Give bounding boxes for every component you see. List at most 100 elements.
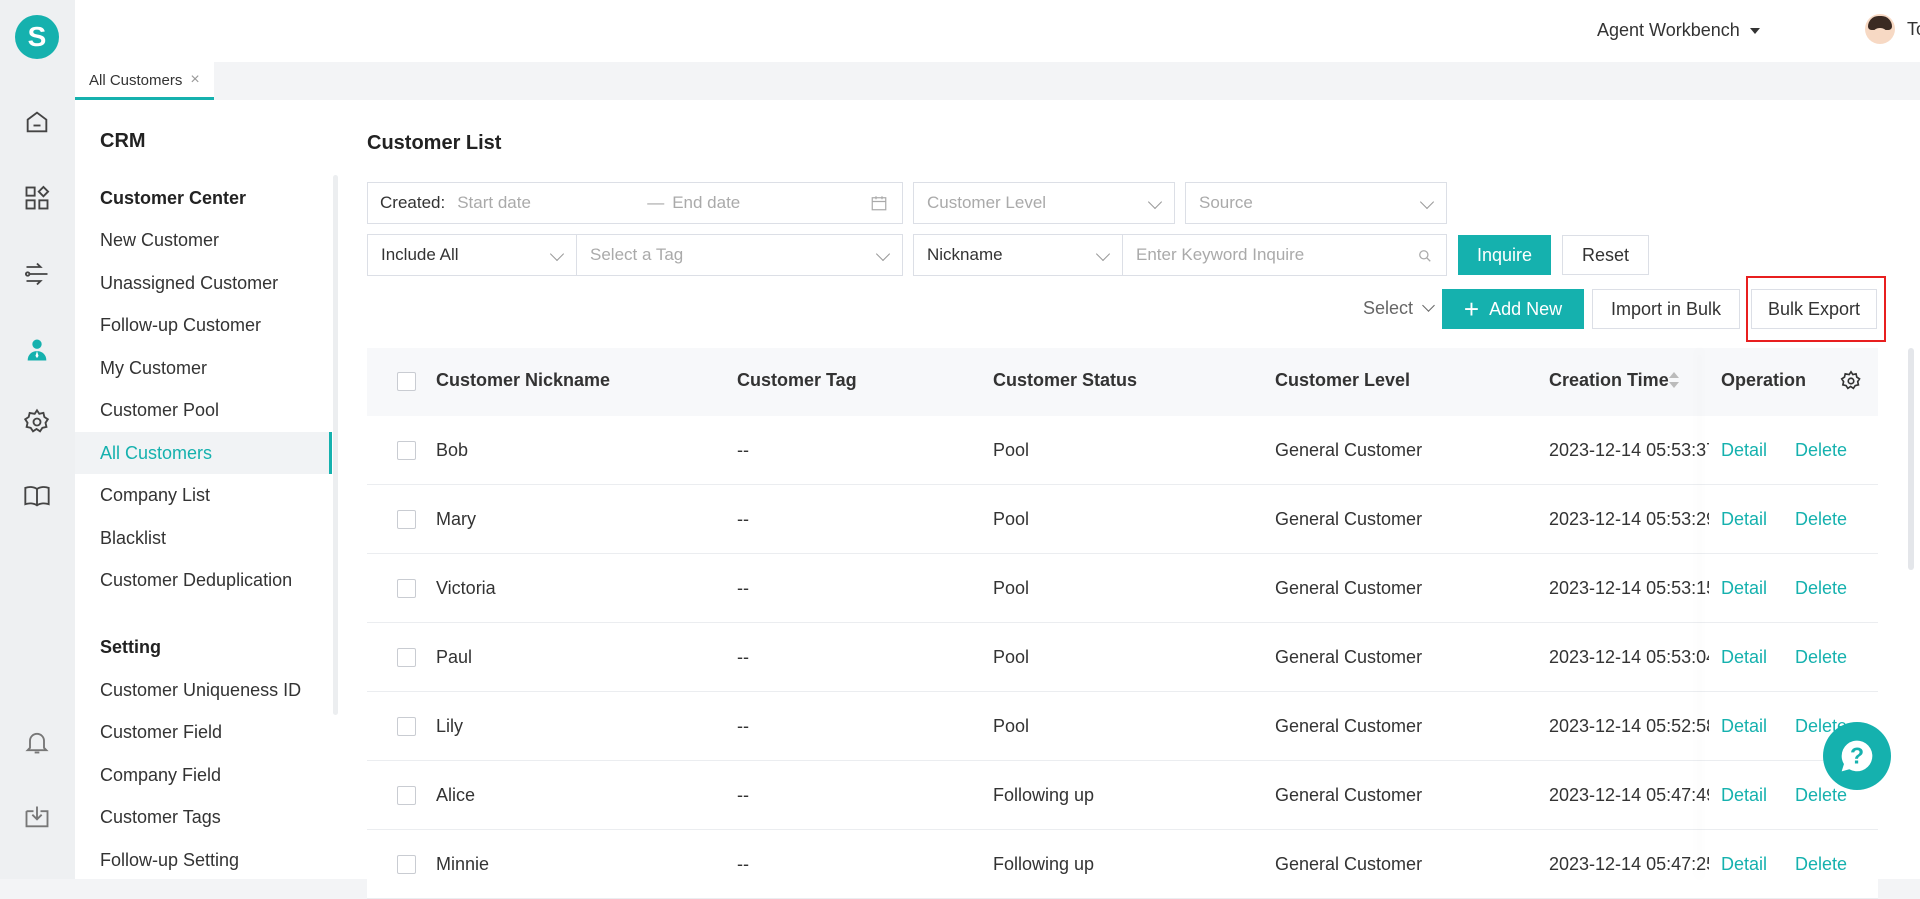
sidebar-item-new-customer[interactable]: New Customer [75, 219, 332, 261]
tab-strip: All Customers × [75, 62, 1920, 100]
detail-link[interactable]: Detail [1721, 509, 1767, 530]
cell-level: General Customer [1275, 440, 1423, 460]
row-checkbox[interactable] [397, 855, 416, 874]
column-settings-gear-icon[interactable] [1840, 370, 1862, 397]
detail-link[interactable]: Detail [1721, 440, 1767, 461]
table-row[interactable]: Bob -- Pool General Customer 2023-12-14 05:5… [367, 416, 1878, 485]
nav-rail: S [0, 0, 75, 879]
book-icon[interactable] [22, 481, 52, 511]
apps-icon[interactable] [22, 183, 52, 213]
end-date-input[interactable]: End date [672, 193, 852, 213]
chevron-down-icon [549, 246, 565, 262]
cell-tag: -- [737, 440, 749, 460]
column-header-status[interactable]: Customer Status [993, 370, 1137, 391]
sidebar-item-customer-deduplication[interactable]: Customer Deduplication [75, 559, 332, 601]
tab-all-customers[interactable]: All Customers × [75, 62, 214, 100]
detail-link[interactable]: Detail [1721, 716, 1767, 737]
sidebar-item-all-customers[interactable]: All Customers [75, 432, 332, 474]
delete-link[interactable]: Delete [1795, 854, 1847, 875]
select-dropdown[interactable]: Select [1363, 298, 1435, 319]
add-new-button[interactable]: + Add New [1442, 289, 1584, 329]
calendar-icon[interactable] [870, 194, 888, 217]
start-date-input[interactable]: Start date [457, 193, 647, 213]
sidebar-item-customer-tags[interactable]: Customer Tags [75, 796, 332, 838]
row-checkbox[interactable] [397, 579, 416, 598]
row-checkbox[interactable] [397, 441, 416, 460]
keyword-search-input[interactable]: Enter Keyword Inquire [1122, 234, 1447, 276]
cell-nickname: Mary [436, 509, 476, 529]
customer-level-select[interactable]: Customer Level [913, 182, 1175, 224]
column-header-level[interactable]: Customer Level [1275, 370, 1410, 391]
keyword-type-select[interactable]: Nickname [913, 234, 1123, 276]
search-icon[interactable] [1418, 248, 1432, 268]
sidebar-item-customer-pool[interactable]: Customer Pool [75, 389, 332, 431]
table-row[interactable]: Lily -- Pool General Customer 2023-12-14 05:… [367, 692, 1878, 761]
created-date-range[interactable]: Created: Start date — End date [367, 182, 903, 224]
workbench-dropdown[interactable]: Agent Workbench [1597, 20, 1760, 41]
reset-button[interactable]: Reset [1562, 235, 1649, 275]
detail-link[interactable]: Detail [1721, 854, 1767, 875]
customer-icon[interactable] [22, 335, 52, 365]
page-scrollbar[interactable] [1908, 348, 1914, 570]
app-logo[interactable]: S [15, 15, 59, 59]
delete-link[interactable]: Delete [1795, 785, 1847, 806]
cell-tag: -- [737, 785, 749, 805]
sidebar-item-company-field[interactable]: Company Field [75, 754, 332, 796]
sidebar-item-unassigned-customer[interactable]: Unassigned Customer [75, 262, 332, 304]
sidebar-item-blacklist[interactable]: Blacklist [75, 517, 332, 559]
include-select[interactable]: Include All [367, 234, 577, 276]
flow-icon[interactable] [22, 259, 52, 289]
inquire-button[interactable]: Inquire [1458, 235, 1551, 275]
detail-link[interactable]: Detail [1721, 578, 1767, 599]
cell-status: Pool [993, 647, 1030, 667]
cell-creation-time: 2023-12-14 05:47:49 [1549, 785, 1709, 805]
page-title: Customer List [367, 132, 502, 154]
delete-link[interactable]: Delete [1795, 509, 1847, 530]
sidebar-item-follow-up-setting[interactable]: Follow-up Setting [75, 839, 332, 881]
column-header-nickname[interactable]: Customer Nickname [436, 370, 610, 391]
user-menu[interactable]: Tom [1865, 14, 1920, 44]
sidebar-item-my-customer[interactable]: My Customer [75, 347, 332, 389]
settings-icon[interactable] [22, 407, 52, 437]
help-button[interactable]: ? [1823, 722, 1891, 790]
column-header-tag[interactable]: Customer Tag [737, 370, 857, 391]
table-row[interactable]: Mary -- Pool General Customer 2023-12-14 05:… [367, 485, 1878, 554]
chevron-down-icon [1749, 28, 1760, 35]
table-row[interactable]: Alice -- Following up General Customer 2023-… [367, 761, 1878, 830]
detail-link[interactable]: Detail [1721, 785, 1767, 806]
cell-creation-time: 2023-12-14 05:53:04 [1549, 647, 1709, 667]
delete-link[interactable]: Delete [1795, 647, 1847, 668]
close-icon[interactable]: × [190, 72, 199, 97]
table-row[interactable]: Paul -- Pool General Customer 2023-12-14 05:… [367, 623, 1878, 692]
tag-select[interactable]: Select a Tag [576, 234, 903, 276]
delete-link[interactable]: Delete [1795, 578, 1847, 599]
home-icon[interactable] [22, 107, 52, 137]
row-checkbox[interactable] [397, 648, 416, 667]
select-all-checkbox[interactable] [397, 372, 416, 391]
cell-tag: -- [737, 647, 749, 667]
source-select[interactable]: Source [1185, 182, 1447, 224]
sort-icon[interactable] [1669, 372, 1679, 390]
import-in-bulk-button[interactable]: Import in Bulk [1592, 289, 1740, 329]
row-checkbox[interactable] [397, 717, 416, 736]
bell-icon[interactable] [22, 727, 52, 757]
download-icon[interactable] [22, 802, 52, 832]
column-header-creation-time[interactable]: Creation Time [1549, 370, 1669, 391]
cell-nickname: Minnie [436, 854, 490, 874]
customer-level-placeholder: Customer Level [927, 193, 1047, 212]
cell-level: General Customer [1275, 578, 1423, 598]
delete-link[interactable]: Delete [1795, 440, 1847, 461]
row-checkbox[interactable] [397, 786, 416, 805]
sidebar-item-customer-field[interactable]: Customer Field [75, 711, 332, 753]
sidebar-item-customer-uniqueness-id[interactable]: Customer Uniqueness ID [75, 669, 332, 711]
sidebar-item-company-list[interactable]: Company List [75, 474, 332, 516]
cell-creation-time: 2023-12-14 05:53:37 [1549, 440, 1709, 460]
table-row[interactable]: Victoria -- Pool General Customer 2023-12-14… [367, 554, 1878, 623]
user-name: Tom [1907, 18, 1920, 39]
cell-nickname: Alice [436, 785, 476, 805]
cell-nickname: Bob [436, 440, 469, 460]
row-checkbox[interactable] [397, 510, 416, 529]
table-row[interactable]: Minnie -- Following up General Customer 2023… [367, 830, 1878, 899]
detail-link[interactable]: Detail [1721, 647, 1767, 668]
sidebar-item-follow-up-customer[interactable]: Follow-up Customer [75, 304, 332, 346]
